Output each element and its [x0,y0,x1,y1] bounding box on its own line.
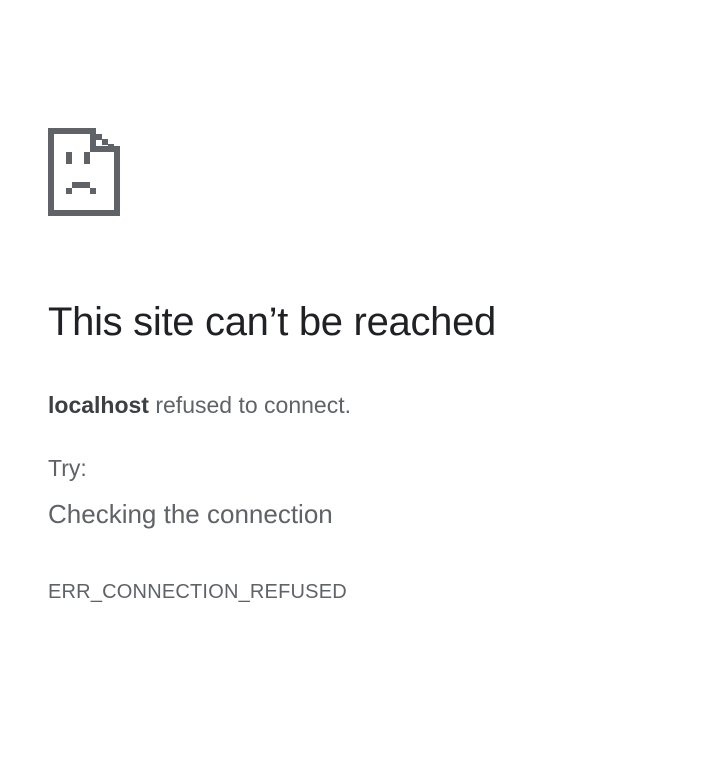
host-name: localhost [48,392,149,418]
try-label: Try: [48,455,87,481]
error-message: refused to connect. [148,392,351,418]
error-code: ERR_CONNECTION_REFUSED [48,581,347,603]
page-title: This site can’t be reached [48,300,497,344]
error-summary: localhost refused to connect. [48,390,351,420]
suggestion-item: Checking the connection [48,499,333,529]
sad-document-icon [48,128,120,216]
